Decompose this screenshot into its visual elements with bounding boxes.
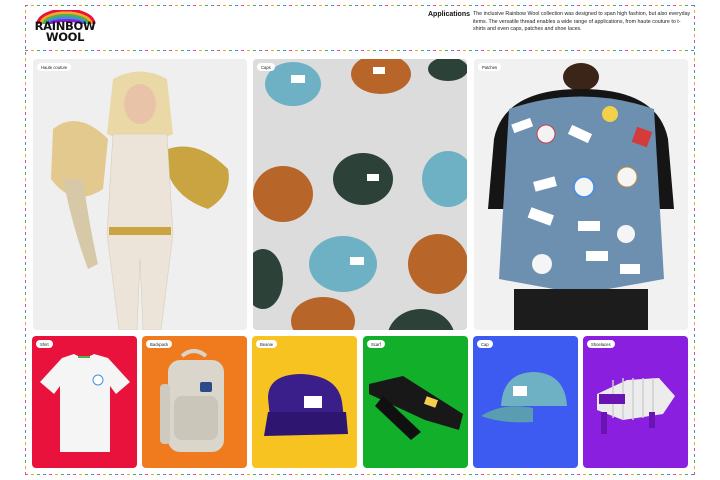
header-divider	[25, 50, 695, 51]
card-patches[interactable]: Patches	[474, 59, 688, 330]
card-label: Cap	[477, 340, 493, 348]
card-shoelaces[interactable]: Shoelaces	[583, 336, 688, 468]
card-haute-couture[interactable]: Haute couture	[33, 59, 247, 330]
card-cap[interactable]: Cap	[473, 336, 578, 468]
card-label: Shirt	[36, 340, 53, 348]
rainbow-wool-logo: RAINBOW WOOL	[32, 10, 102, 46]
card-beanie[interactable]: Beanie	[252, 336, 357, 468]
section-description: The inclusive Rainbow Wool collection wa…	[473, 11, 691, 33]
shoelaces-photo	[597, 378, 675, 434]
logo-line-2: WOOL	[45, 30, 85, 44]
card-label: Caps	[257, 63, 275, 71]
card-scarf[interactable]: Scarf	[363, 336, 468, 468]
section-title: Applications	[428, 11, 471, 18]
card-label: Beanie	[256, 340, 278, 348]
cap-photo	[481, 372, 567, 423]
caps-photo	[253, 59, 467, 330]
card-shirt[interactable]: Shirt	[32, 336, 137, 468]
patches-photo	[474, 59, 688, 330]
logo-wordmark: RAINBOW WOOL	[32, 20, 98, 44]
haute-couture-photo	[33, 59, 247, 330]
card-label: Shoelaces	[587, 340, 615, 348]
backpack-photo	[160, 349, 224, 452]
card-caps[interactable]: Caps	[253, 59, 467, 330]
card-label: Patches	[478, 63, 502, 71]
card-label: Backpack	[146, 340, 173, 348]
card-backpack[interactable]: Backpack	[142, 336, 247, 468]
shirt-photo	[40, 354, 130, 452]
beanie-photo	[264, 374, 348, 436]
card-label: Scarf	[367, 340, 385, 348]
card-label: Haute couture	[37, 63, 72, 71]
scarf-photo	[369, 376, 463, 440]
